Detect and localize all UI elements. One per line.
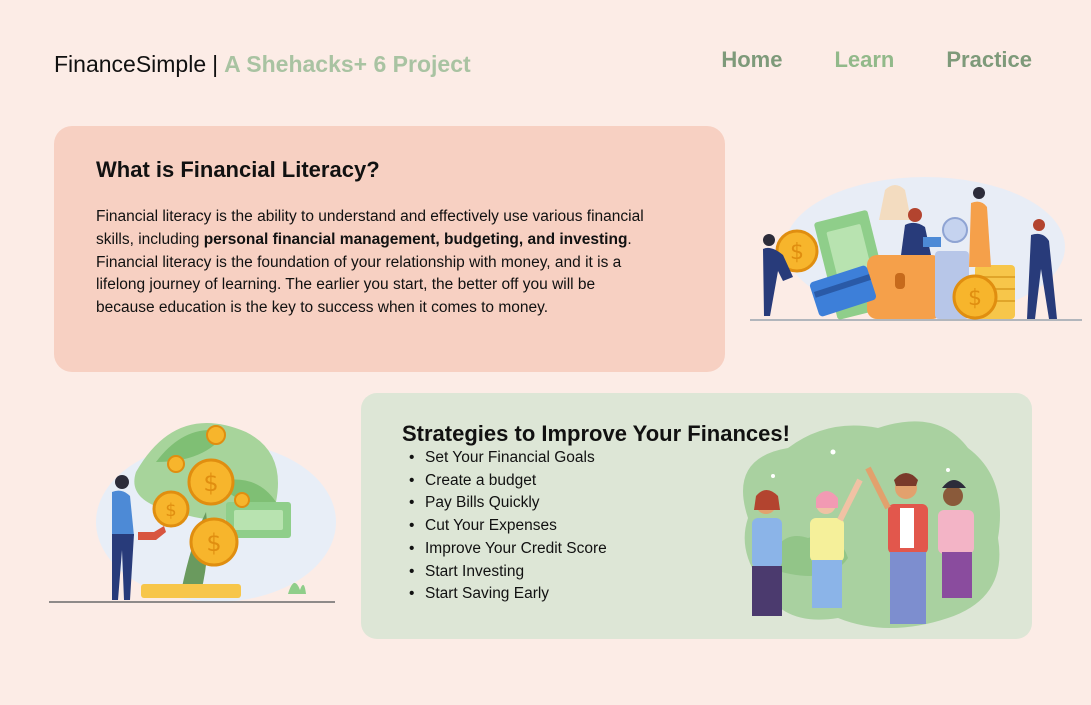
strategy-item: Start Investing xyxy=(409,561,607,584)
svg-text:$: $ xyxy=(165,500,176,521)
money-people-illustration: $ $ xyxy=(750,177,1082,321)
nav-practice-link[interactable]: Practice xyxy=(946,45,1032,75)
strategy-item: Improve Your Credit Score xyxy=(409,538,607,561)
money-tree-illustration: $ $ $ xyxy=(49,423,336,603)
financial-literacy-title: What is Financial Literacy? xyxy=(96,157,380,182)
strategies-list: Set Your Financial Goals Create a budget… xyxy=(409,447,607,606)
svg-text:$: $ xyxy=(203,469,218,497)
strategy-item: Start Saving Early xyxy=(409,583,607,606)
top-nav: Home Learn Practice xyxy=(721,45,1032,75)
svg-text:$: $ xyxy=(968,286,982,311)
svg-text:$: $ xyxy=(206,529,221,557)
financial-literacy-text: Financial literacy is the ability to und… xyxy=(96,206,656,320)
strategy-item: Cut Your Expenses xyxy=(409,515,607,538)
financial-literacy-card: What is Financial Literacy? Financial li… xyxy=(54,126,725,372)
nav-learn-link[interactable]: Learn xyxy=(834,45,894,75)
strategy-item: Create a budget xyxy=(409,470,607,493)
friends-celebrating-illustration xyxy=(743,421,1000,628)
svg-text:$: $ xyxy=(790,240,804,265)
brand-tagline: A Shehacks+ 6 Project xyxy=(224,51,471,77)
nav-home-link[interactable]: Home xyxy=(721,45,782,75)
strategy-item: Pay Bills Quickly xyxy=(409,492,607,515)
literacy-text-bold: personal financial management, budgeting… xyxy=(203,230,628,248)
friend-1-figure xyxy=(752,490,782,616)
brand-title: FinanceSimple | A Shehacks+ 6 Project xyxy=(54,49,471,79)
brand-name: FinanceSimple xyxy=(54,51,207,77)
strategy-item: Set Your Financial Goals xyxy=(409,447,607,470)
brand-separator: | xyxy=(212,51,219,77)
